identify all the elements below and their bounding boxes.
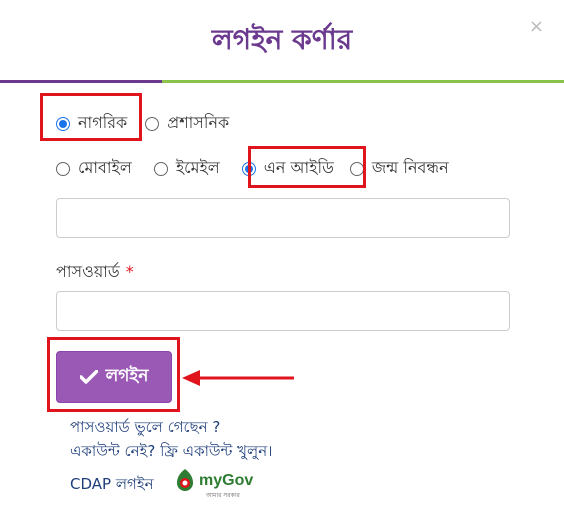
mygov-label: myGov — [199, 472, 254, 489]
radio-mobile[interactable]: মোবাইল — [56, 155, 132, 182]
mygov-login-link[interactable]: myGov আমার সরকার — [174, 468, 254, 499]
close-icon[interactable]: × — [529, 16, 544, 37]
radio-button[interactable] — [153, 161, 168, 176]
dialog-title: লগইন কর্ণার — [211, 23, 353, 56]
register-link[interactable]: একাউন্ট নেই? ফ্রি একাউন্ট খুলুন। — [70, 440, 273, 465]
arrow-left-icon — [182, 370, 294, 386]
radio-label: মোবাইল — [78, 158, 132, 177]
highlight-nid — [248, 146, 366, 188]
divider-line — [162, 80, 564, 83]
cdap-login-link[interactable]: CDAP লগইন — [70, 473, 154, 498]
forgot-password-link[interactable]: পাসওয়ার্ড ভুলে গেছেন ? — [70, 416, 220, 441]
password-input[interactable] — [56, 291, 510, 331]
radio-button[interactable] — [145, 116, 160, 131]
highlight-citizen — [40, 93, 142, 141]
id-input[interactable] — [56, 198, 510, 238]
radio-label: জন্ম নিবন্ধন — [371, 158, 449, 177]
highlight-login-button — [47, 337, 180, 412]
radio-button[interactable] — [56, 161, 70, 176]
password-label: পাসওয়ার্ড * — [56, 262, 134, 281]
mygov-tagline: আমার সরকার — [206, 492, 240, 499]
divider-accent — [0, 80, 162, 83]
radio-label: প্রশাসনিক — [167, 113, 230, 132]
radio-email[interactable]: ইমেইল — [153, 155, 220, 182]
radio-admin[interactable]: প্রশাসনিক — [145, 110, 229, 137]
required-mark: * — [125, 262, 134, 281]
mygov-logo-icon — [177, 469, 193, 491]
radio-label: ইমেইল — [175, 158, 220, 177]
